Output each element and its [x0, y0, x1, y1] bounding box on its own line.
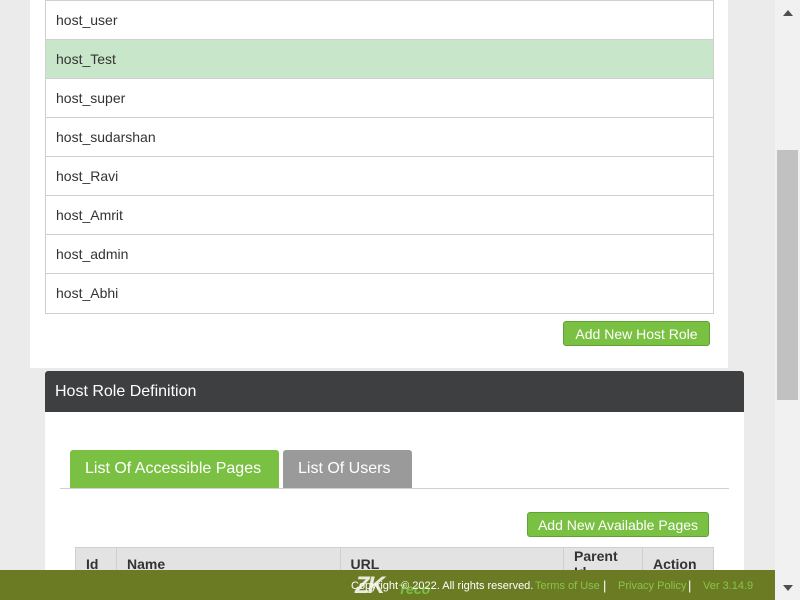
- tab-accessible-pages[interactable]: List Of Accessible Pages: [70, 450, 279, 488]
- vertical-scrollbar[interactable]: [775, 0, 800, 600]
- add-available-pages-button[interactable]: Add New Available Pages: [527, 512, 709, 537]
- arrow-down-icon: [783, 585, 793, 591]
- scrollbar-thumb[interactable]: [777, 150, 798, 400]
- arrow-up-icon: [783, 10, 793, 16]
- list-item[interactable]: host_admin: [46, 235, 713, 274]
- list-item[interactable]: host_Amrit: [46, 196, 713, 235]
- host-role-definition-panel: Host Role Definition List Of Accessible …: [45, 371, 744, 600]
- scroll-up-button[interactable]: [775, 0, 800, 25]
- footer-divider: |: [603, 578, 607, 593]
- list-item[interactable]: host_super: [46, 79, 713, 118]
- footer: ZK Teco Copyright © 2022. All rights res…: [0, 570, 775, 600]
- panel-title: Host Role Definition: [45, 371, 744, 412]
- footer-divider: |: [688, 578, 692, 593]
- terms-of-use-link[interactable]: Terms of Use: [535, 580, 600, 592]
- privacy-policy-link[interactable]: Privacy Policy: [618, 580, 686, 592]
- list-item[interactable]: host_Abhi: [46, 274, 713, 313]
- scroll-down-button[interactable]: [775, 575, 800, 600]
- host-roles-panel: host_user host_Test host_super host_suda…: [30, 0, 728, 368]
- host-roles-list: host_user host_Test host_super host_suda…: [45, 0, 714, 314]
- list-item-selected[interactable]: host_Test: [46, 40, 713, 79]
- tab-users[interactable]: List Of Users: [283, 450, 412, 488]
- list-item[interactable]: host_Ravi: [46, 157, 713, 196]
- version-text: Ver 3.14.9: [703, 580, 754, 592]
- list-item[interactable]: host_sudarshan: [46, 118, 713, 157]
- tab-bar: List Of Accessible Pages List Of Users: [60, 450, 729, 489]
- copyright-text: Copyright © 2022. All rights reserved.: [351, 580, 534, 592]
- list-item[interactable]: host_user: [46, 1, 713, 40]
- add-host-role-button[interactable]: Add New Host Role: [563, 321, 710, 346]
